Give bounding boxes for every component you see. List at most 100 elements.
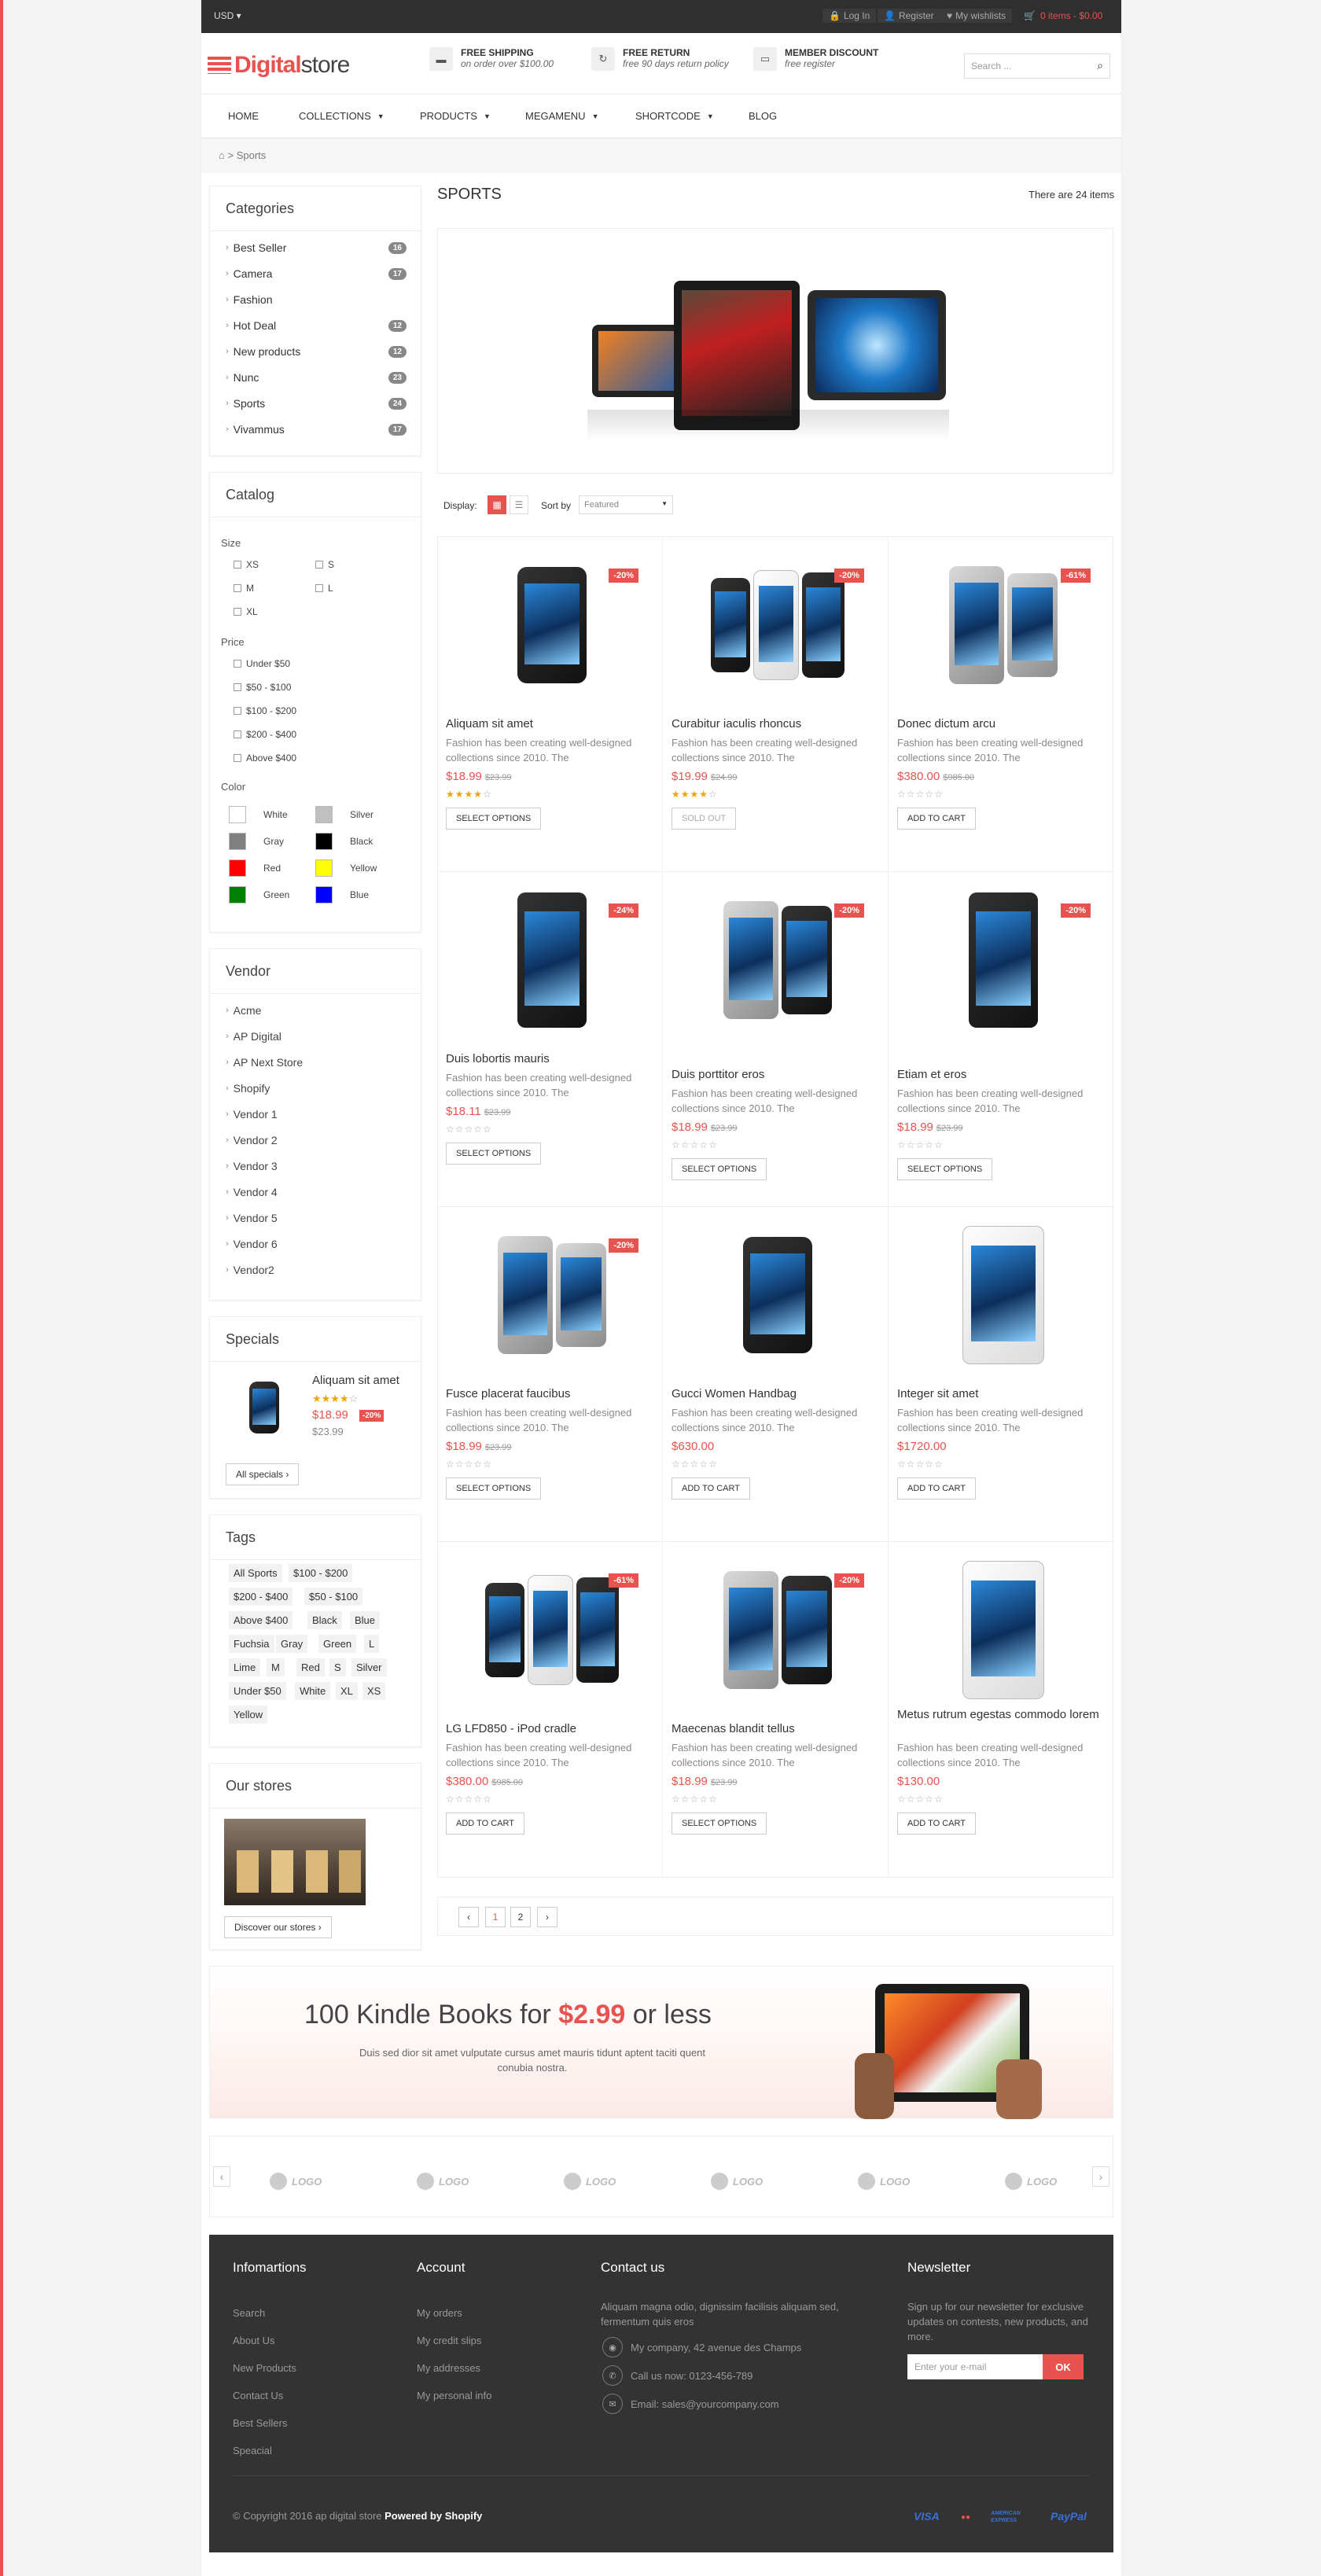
special-product-image[interactable] <box>249 1382 279 1433</box>
size-checkbox[interactable]: S <box>315 559 334 570</box>
select-options-button[interactable]: SELECT OPTIONS <box>446 1143 542 1165</box>
add-to-cart-button[interactable]: ADD TO CART <box>897 1478 976 1500</box>
page-1[interactable]: 1 <box>485 1907 506 1927</box>
contact-email[interactable]: ✉ Email: sales@yourcompany.com <box>602 2394 779 2414</box>
nav-shortcode[interactable]: SHORTCODE ▼ <box>635 110 714 122</box>
vendor-item[interactable]: › AP Digital <box>226 1030 281 1043</box>
list-view-icon[interactable]: ☰ <box>510 495 528 514</box>
tag-item[interactable]: $200 - $400 <box>229 1588 293 1606</box>
product-card[interactable]: -24% Duis lobortis mauris Fashion has been… <box>438 872 663 1207</box>
color-swatch[interactable]: Black <box>315 833 373 850</box>
size-checkbox[interactable]: XL <box>234 606 258 617</box>
product-card[interactable]: -20% Etiam et eros Fashion has been creati… <box>889 872 1114 1207</box>
select-options-button[interactable]: SELECT OPTIONS <box>446 1478 542 1500</box>
price-checkbox[interactable]: Under $50 <box>234 658 290 669</box>
brand-logo[interactable]: LOGO <box>858 2173 910 2190</box>
currency-selector[interactable]: USD ▾ <box>214 10 241 21</box>
tag-item[interactable]: Black <box>307 1611 342 1629</box>
carousel-next-button[interactable]: › <box>1092 2166 1109 2187</box>
tag-item[interactable]: Gray <box>276 1635 308 1653</box>
product-image[interactable] <box>711 1559 844 1701</box>
tag-item[interactable]: $100 - $200 <box>289 1564 353 1582</box>
price-checkbox[interactable]: $200 - $400 <box>234 729 296 740</box>
category-item[interactable]: › Fashion <box>226 293 407 306</box>
home-icon[interactable]: ⌂ <box>219 149 225 161</box>
product-card[interactable]: Integer sit amet Fashion has been creatin… <box>889 1207 1114 1542</box>
product-image[interactable] <box>936 1224 1070 1366</box>
category-item[interactable]: › Camera 17 <box>226 267 407 280</box>
product-image[interactable] <box>936 889 1070 1031</box>
product-name[interactable]: Etiam et eros <box>897 1067 1102 1082</box>
color-swatch[interactable]: Green <box>229 886 289 903</box>
nav-blog[interactable]: BLOG <box>749 110 777 122</box>
size-checkbox[interactable]: M <box>234 583 254 594</box>
product-image[interactable] <box>936 554 1070 696</box>
color-swatch[interactable]: White <box>229 806 288 823</box>
select-options-button[interactable]: SELECT OPTIONS <box>672 1158 767 1180</box>
product-image[interactable] <box>711 1224 844 1366</box>
product-name[interactable]: Aliquam sit amet <box>446 716 650 731</box>
tag-item[interactable]: Yellow <box>229 1706 268 1724</box>
kindle-promo-banner[interactable]: 100 Kindle Books for $2.99 or less Duis … <box>209 1966 1113 2119</box>
product-image[interactable] <box>936 1559 1070 1701</box>
register-link[interactable]: 👤 Register <box>878 9 940 23</box>
product-name[interactable]: Donec dictum arcu <box>897 716 1102 731</box>
grid-view-icon[interactable]: ▦ <box>488 495 506 514</box>
color-swatch[interactable]: Red <box>229 859 281 877</box>
product-card[interactable]: Metus rutrum egestas commodo lorem Fashio… <box>889 1542 1114 1877</box>
vendor-item[interactable]: › Vendor 1 <box>226 1108 278 1121</box>
site-logo[interactable]: Digital store <box>208 52 350 79</box>
product-image[interactable] <box>485 1559 620 1701</box>
color-swatch[interactable]: Blue <box>315 886 369 903</box>
footer-info-link[interactable]: Best Sellers <box>233 2417 287 2429</box>
size-checkbox[interactable]: XS <box>234 559 259 570</box>
price-checkbox[interactable]: $100 - $200 <box>234 705 296 716</box>
vendor-item[interactable]: › Shopify <box>226 1082 270 1095</box>
category-item[interactable]: › Vivammus 17 <box>226 423 407 436</box>
select-options-button[interactable]: SELECT OPTIONS <box>672 1812 767 1834</box>
category-item[interactable]: › Hot Deal 12 <box>226 319 407 332</box>
color-swatch[interactable]: Gray <box>229 833 284 850</box>
category-item[interactable]: › Sports 24 <box>226 397 407 410</box>
product-card[interactable]: -61% LG LFD850 - iPod cradle Fashion has b… <box>438 1542 663 1877</box>
brand-logo[interactable]: LOGO <box>417 2173 469 2190</box>
product-name[interactable]: Integer sit amet <box>897 1386 1102 1401</box>
footer-account-link[interactable]: My orders <box>417 2307 462 2319</box>
tag-item[interactable]: M <box>267 1658 285 1676</box>
tag-item[interactable]: S <box>329 1658 346 1676</box>
size-checkbox[interactable]: L <box>315 583 333 594</box>
vendor-item[interactable]: › Acme <box>226 1004 261 1017</box>
footer-info-link[interactable]: Speacial <box>233 2445 272 2456</box>
brand-logo[interactable]: LOGO <box>270 2173 322 2190</box>
all-specials-button[interactable]: All specials › <box>226 1463 300 1485</box>
tag-item[interactable]: Fuchsia <box>229 1635 274 1653</box>
tag-item[interactable]: XL <box>336 1682 358 1700</box>
footer-info-link[interactable]: Search <box>233 2307 265 2319</box>
sort-select[interactable]: Featured ▼ <box>579 495 673 514</box>
powered-by-link[interactable]: Powered by Shopify <box>385 2510 482 2522</box>
footer-account-link[interactable]: My addresses <box>417 2362 480 2374</box>
select-options-button[interactable]: SELECT OPTIONS <box>897 1158 993 1180</box>
product-image[interactable] <box>711 554 845 696</box>
nav-collections[interactable]: COLLECTIONS ▼ <box>299 110 385 122</box>
product-name[interactable]: Fusce placerat faucibus <box>446 1386 650 1401</box>
category-item[interactable]: › Nunc 23 <box>226 371 407 384</box>
footer-info-link[interactable]: About Us <box>233 2335 274 2346</box>
add-to-cart-button[interactable]: ADD TO CART <box>446 1812 524 1834</box>
search-input[interactable]: Search ... ⌕ <box>964 53 1110 79</box>
tag-item[interactable]: Above $400 <box>229 1611 293 1629</box>
login-link[interactable]: 🔒 Log In <box>822 9 877 23</box>
add-to-cart-button[interactable]: ADD TO CART <box>672 1478 750 1500</box>
product-image[interactable] <box>711 889 844 1031</box>
vendor-item[interactable]: › Vendor2 <box>226 1264 274 1276</box>
special-product-name[interactable]: Aliquam sit amet <box>312 1374 399 1387</box>
price-checkbox[interactable]: $50 - $100 <box>234 682 291 693</box>
product-card[interactable]: -20% Maecenas blandit tellus Fashion has b… <box>664 1542 889 1877</box>
vendor-item[interactable]: › Vendor 3 <box>226 1160 278 1172</box>
carousel-prev-button[interactable]: ‹ <box>213 2166 230 2187</box>
select-options-button[interactable]: SELECT OPTIONS <box>446 808 542 830</box>
wishlist-link[interactable]: ♥ My wishlists <box>940 9 1013 23</box>
product-card[interactable]: -20% Duis porttitor eros Fashion has been … <box>664 872 889 1207</box>
tag-item[interactable]: All Sports <box>229 1564 282 1582</box>
tag-item[interactable]: XS <box>362 1682 386 1700</box>
